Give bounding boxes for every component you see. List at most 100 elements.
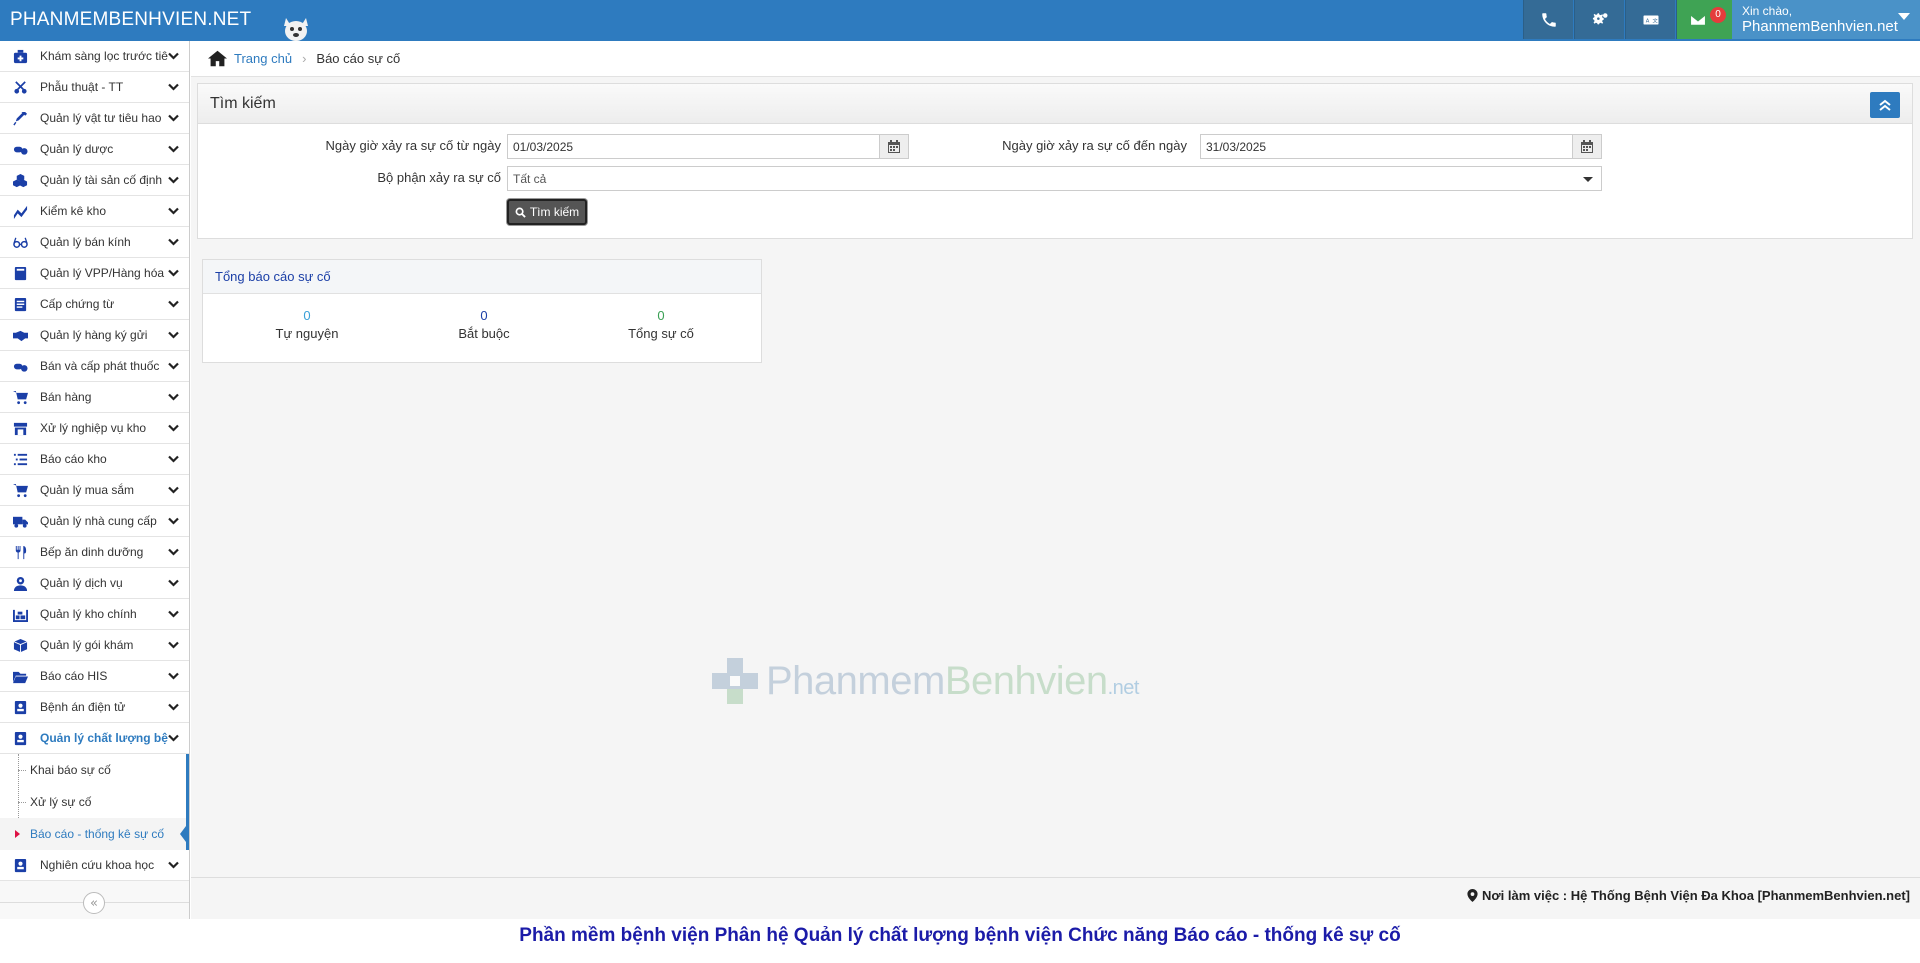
- stat-label: Tự nguyện: [275, 326, 339, 341]
- watermark-text-1: Phanmem: [766, 658, 945, 703]
- handshake-icon: [12, 327, 28, 343]
- sidebar-item[interactable]: Quản lý VPP/Hàng hóa: [0, 258, 189, 289]
- submenu-item-khai-bao[interactable]: Khai báo sự cố: [0, 754, 186, 786]
- book-icon: [12, 265, 28, 281]
- sidebar-item[interactable]: Quản lý nhà cung cấp: [0, 506, 189, 537]
- chevron-down-icon: [168, 362, 179, 370]
- syringe-icon: [12, 110, 28, 126]
- main-content: Trang chủ › Báo cáo sự cố Tìm kiếm Ngày …: [191, 41, 1920, 919]
- sidebar-item-research[interactable]: Nghiên cứu khoa học: [0, 850, 189, 881]
- id-card-icon: [12, 699, 28, 715]
- user-menu[interactable]: Xin chào, PhanmemBenhvien.net: [1732, 0, 1920, 39]
- submenu-item-bao-cao[interactable]: Báo cáo - thống kê sự cố: [0, 818, 189, 850]
- chevron-down-icon: [168, 114, 179, 122]
- chevron-down-icon: [168, 517, 179, 525]
- sidebar-item[interactable]: Quản lý kho chính: [0, 599, 189, 630]
- chevron-down-icon: [168, 579, 179, 587]
- chevron-down-icon: [168, 424, 179, 432]
- sidebar-item[interactable]: Quản lý dịch vụ: [0, 568, 189, 599]
- sidebar-item-active[interactable]: Quản lý chất lượng bệnh viện: [0, 723, 189, 754]
- stat-value: 0: [657, 308, 665, 323]
- phone-button[interactable]: [1523, 0, 1573, 39]
- sidebar-item[interactable]: Bán và cấp phát thuốc: [0, 351, 189, 382]
- medical-kit-icon: [12, 48, 28, 64]
- stat-label: Tổng sự cố: [628, 326, 694, 341]
- sidebar-item[interactable]: Quản lý hàng ký gửi: [0, 320, 189, 351]
- sidebar-item[interactable]: Quản lý bán kính: [0, 227, 189, 258]
- sidebar-collapse-button[interactable]: «: [83, 892, 105, 914]
- sidebar-item[interactable]: Xử lý nghiệp vụ kho: [0, 413, 189, 444]
- sidebar-item-label: Quản lý bán kính: [40, 235, 131, 249]
- map-marker-icon: [1467, 889, 1478, 902]
- sidebar-item[interactable]: Bệnh án điện tử: [0, 692, 189, 723]
- to-date-label: Ngày giờ xảy ra sự cố đến ngày: [1002, 138, 1187, 153]
- sidebar-item[interactable]: Cấp chứng từ: [0, 289, 189, 320]
- sidebar-item-label: Quản lý vật tư tiêu hao: [40, 111, 162, 125]
- sidebar-item[interactable]: Bán hàng: [0, 382, 189, 413]
- sidebar: Khám sàng lọc trước tiêm Phẫu thuật - TT Q…: [0, 41, 190, 919]
- sidebar-item[interactable]: Khám sàng lọc trước tiêm: [0, 41, 189, 72]
- chevron-down-icon: [168, 861, 179, 869]
- department-select[interactable]: Tất cả: [507, 166, 1602, 191]
- calendar-icon: [888, 140, 900, 153]
- sidebar-item[interactable]: Quản lý tài sản cố định: [0, 165, 189, 196]
- sidebar-item-label: Bếp ăn dinh dưỡng: [40, 545, 144, 559]
- calendar-icon: [1581, 140, 1593, 153]
- chevron-down-icon: [168, 455, 179, 463]
- panel-collapse-button[interactable]: [1870, 92, 1900, 118]
- chevron-down-icon: [168, 238, 179, 246]
- mail-button[interactable]: 0: [1676, 0, 1732, 39]
- search-panel-header: Tìm kiếm: [198, 84, 1912, 124]
- search-panel-title: Tìm kiếm: [210, 94, 276, 112]
- sidebar-item[interactable]: Báo cáo kho: [0, 444, 189, 475]
- envelope-icon: [1689, 13, 1706, 26]
- breadcrumb-home-link[interactable]: Trang chủ: [234, 51, 292, 66]
- sidebar-item[interactable]: Quản lý dược: [0, 134, 189, 165]
- sidebar-item-label: Bán và cấp phát thuốc: [40, 359, 160, 373]
- chevron-down-icon: [168, 641, 179, 649]
- sidebar-item-label: Báo cáo kho: [40, 452, 107, 466]
- search-icon: [515, 207, 526, 218]
- home-icon[interactable]: [207, 49, 228, 68]
- store-icon: [12, 420, 28, 436]
- pills-icon: [12, 141, 28, 157]
- to-date-calendar-button[interactable]: [1572, 134, 1602, 159]
- inventory-icon: [12, 203, 28, 219]
- sidebar-item[interactable]: Báo cáo HIS: [0, 661, 189, 692]
- language-button[interactable]: A文: [1625, 0, 1675, 39]
- sidebar-item-label: Quản lý kho chính: [40, 607, 137, 621]
- scissors-icon: [12, 79, 28, 95]
- phone-icon: [1541, 12, 1556, 27]
- department-select-value: Tất cả: [513, 171, 547, 186]
- stat-value: 0: [480, 308, 488, 323]
- submenu: Khai báo sự cố Xử lý sự cố Báo cáo - thố…: [0, 754, 189, 850]
- chevron-down-icon: [168, 300, 179, 308]
- active-marker-icon: [15, 830, 20, 838]
- brand-logo-text[interactable]: PHANMEMBENHVIEN.NET: [10, 9, 251, 31]
- search-button[interactable]: Tìm kiếm: [507, 199, 587, 225]
- mail-count-badge: 0: [1710, 7, 1726, 23]
- sidebar-item-label: Báo cáo HIS: [40, 669, 108, 683]
- submenu-item-xu-ly[interactable]: Xử lý sự cố: [0, 786, 186, 818]
- sidebar-item-label: Khám sàng lọc trước tiêm: [40, 49, 168, 63]
- breadcrumb-separator-icon: ›: [302, 51, 307, 66]
- sidebar-item[interactable]: Quản lý gói khám: [0, 630, 189, 661]
- from-date-calendar-button[interactable]: [879, 134, 909, 159]
- sidebar-item[interactable]: Quản lý mua sắm: [0, 475, 189, 506]
- watermark-logo: PhanmemBenhvien.net: [710, 656, 1139, 706]
- sidebar-item-label: Quản lý VPP/Hàng hóa: [40, 266, 165, 280]
- settings-button[interactable]: [1574, 0, 1624, 39]
- svg-text:A: A: [1645, 18, 1649, 24]
- chevron-down-icon: [168, 52, 179, 60]
- sidebar-item[interactable]: Phẫu thuật - TT: [0, 72, 189, 103]
- chevron-down-icon: [168, 703, 179, 711]
- sidebar-item[interactable]: Kiểm kê kho: [0, 196, 189, 227]
- truck-icon: [12, 513, 28, 529]
- sidebar-item[interactable]: Bếp ăn dinh dưỡng: [0, 537, 189, 568]
- sidebar-item[interactable]: Quản lý vật tư tiêu hao: [0, 103, 189, 134]
- document-icon: [12, 296, 28, 312]
- to-date-input[interactable]: 31/03/2025: [1200, 134, 1574, 159]
- id-card-icon: [12, 730, 28, 746]
- from-date-input[interactable]: 01/03/2025: [507, 134, 881, 159]
- chevron-down-icon: [168, 393, 179, 401]
